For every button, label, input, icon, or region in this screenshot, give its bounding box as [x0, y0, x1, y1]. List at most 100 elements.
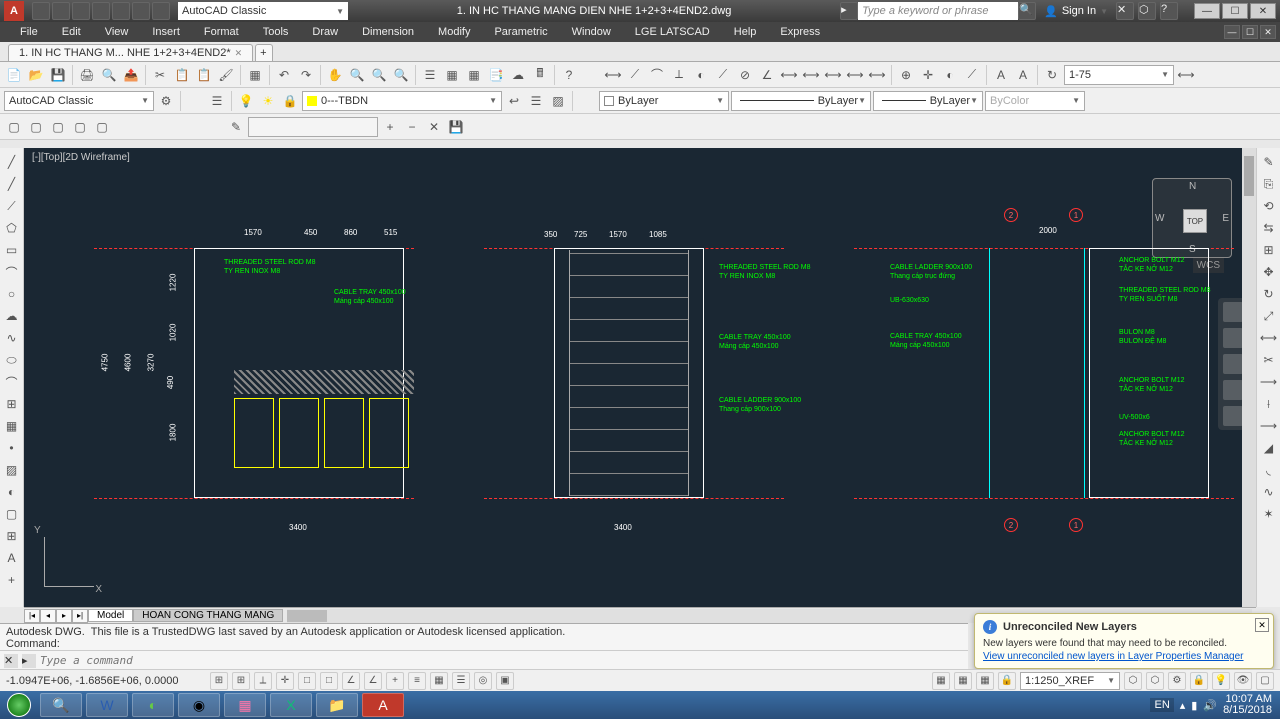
line-tool-icon[interactable]: ╱: [2, 152, 22, 172]
mdi-close-button[interactable]: ✕: [1260, 25, 1276, 39]
coordinates-display[interactable]: -1.0947E+06, -1.6856E+06, 0.0000: [6, 675, 206, 687]
ortho-toggle[interactable]: ⟂: [254, 672, 272, 690]
mdi-minimize-button[interactable]: —: [1224, 25, 1240, 39]
dim-angular-icon[interactable]: ∠: [757, 65, 777, 85]
dim-tedit-icon[interactable]: A: [1013, 65, 1033, 85]
dim-radius-icon[interactable]: ◐: [691, 65, 711, 85]
am-toggle[interactable]: ▣: [496, 672, 514, 690]
publish-icon[interactable]: 📤: [121, 65, 141, 85]
hatch-tool-icon[interactable]: ▨: [2, 460, 22, 480]
ellipse-tool-icon[interactable]: ⬭: [2, 350, 22, 370]
dim-ordinate-icon[interactable]: ⟂: [669, 65, 689, 85]
dim-edit-icon[interactable]: A: [991, 65, 1011, 85]
redo-icon[interactable]: [152, 2, 170, 20]
refedit-discard-icon[interactable]: ✕: [424, 117, 444, 137]
mtext-tool-icon[interactable]: A: [2, 548, 22, 568]
taskbar-word[interactable]: W: [86, 693, 128, 717]
lwt-toggle[interactable]: ≡: [408, 672, 426, 690]
offset-tool-icon[interactable]: ⇆: [1259, 218, 1279, 238]
dimstyle-icon[interactable]: ⟷: [1176, 65, 1196, 85]
trim-tool-icon[interactable]: ✂: [1259, 350, 1279, 370]
3dosnap-toggle[interactable]: □: [320, 672, 338, 690]
vp-object-icon[interactable]: ▢: [48, 117, 68, 137]
menu-lge-latscad[interactable]: LGE LATSCAD: [623, 22, 722, 42]
copy-tool-icon[interactable]: ⎘: [1259, 174, 1279, 194]
model-tab[interactable]: Model: [88, 609, 133, 622]
search-icon[interactable]: ▸: [840, 2, 858, 20]
dyn-toggle[interactable]: +: [386, 672, 404, 690]
layer-iso-icon[interactable]: ▨: [548, 91, 568, 111]
dim-linear-icon[interactable]: ⟷: [603, 65, 623, 85]
menu-tools[interactable]: Tools: [251, 22, 301, 42]
system-clock[interactable]: 10:07 AM 8/15/2018: [1223, 694, 1272, 716]
help-search-input[interactable]: Type a keyword or phrase: [858, 2, 1018, 20]
close-button[interactable]: ✕: [1250, 3, 1276, 19]
otrack-toggle[interactable]: ∠: [342, 672, 360, 690]
osnap-toggle[interactable]: □: [298, 672, 316, 690]
tray-chevron-icon[interactable]: ▴: [1180, 699, 1186, 712]
inspection-icon[interactable]: ◐: [940, 65, 960, 85]
language-indicator[interactable]: EN: [1150, 698, 1173, 712]
copy-icon[interactable]: 📋: [172, 65, 192, 85]
move-tool-icon[interactable]: ✥: [1259, 262, 1279, 282]
command-window[interactable]: Autodesk DWG. This file is a TrustedDWG …: [0, 623, 968, 669]
dim-diameter-icon[interactable]: ⊘: [735, 65, 755, 85]
layout-prev-icon[interactable]: ◂: [40, 609, 56, 623]
qp-toggle[interactable]: ☰: [452, 672, 470, 690]
annoscale-icon[interactable]: 🔒: [998, 672, 1016, 690]
dim-baseline-icon[interactable]: ⟷: [801, 65, 821, 85]
dim-jogged-icon[interactable]: ⟋: [713, 65, 733, 85]
workspace-settings-icon[interactable]: ⚙: [156, 91, 176, 111]
plotstyle-selector[interactable]: ByColor ▼: [985, 91, 1085, 111]
annotation-scale-selector[interactable]: 1:1250_XREF ▼: [1020, 672, 1120, 690]
properties-icon[interactable]: ☰: [420, 65, 440, 85]
cut-icon[interactable]: ✂: [150, 65, 170, 85]
gradient-tool-icon[interactable]: ◐: [2, 482, 22, 502]
redo-icon[interactable]: ↷: [296, 65, 316, 85]
hardware-accel-icon[interactable]: 💡: [1212, 672, 1230, 690]
dim-space-icon[interactable]: ⟷: [845, 65, 865, 85]
autodesk360-icon[interactable]: ⬡: [1138, 2, 1156, 20]
layout-first-icon[interactable]: |◂: [24, 609, 40, 623]
sheetset-icon[interactable]: 📑: [486, 65, 506, 85]
dim-update-icon[interactable]: ↻: [1042, 65, 1062, 85]
toolbar-lock-icon[interactable]: 🔒: [1190, 672, 1208, 690]
ducs-toggle[interactable]: ∠: [364, 672, 382, 690]
erase-tool-icon[interactable]: ✎: [1259, 152, 1279, 172]
save-icon[interactable]: [72, 2, 90, 20]
dim-break-icon[interactable]: ⟷: [867, 65, 887, 85]
workspace-selector[interactable]: AutoCAD Classic ▼: [178, 2, 348, 20]
lineweight-selector[interactable]: ByLayer ▼: [873, 91, 983, 111]
rotate-tool-icon[interactable]: ↻: [1259, 284, 1279, 304]
vp-single-icon[interactable]: ▢: [4, 117, 24, 137]
menu-modify[interactable]: Modify: [426, 22, 482, 42]
revcloud-tool-icon[interactable]: ☁: [2, 306, 22, 326]
model-paper-button[interactable]: ▦: [932, 672, 950, 690]
layer-selector[interactable]: 0---TBDN ▼: [302, 91, 502, 111]
viewport-label[interactable]: [-][Top][2D Wireframe]: [32, 152, 130, 163]
autoscale-icon[interactable]: ⬡: [1146, 672, 1164, 690]
menu-help[interactable]: Help: [722, 22, 769, 42]
minimize-button[interactable]: —: [1194, 3, 1220, 19]
circle-tool-icon[interactable]: ○: [2, 284, 22, 304]
joglinear-icon[interactable]: ⟋: [962, 65, 982, 85]
dim-quick-icon[interactable]: ⟷: [779, 65, 799, 85]
quickcalc-icon[interactable]: 🖩: [530, 65, 550, 85]
vp-scale-icon[interactable]: ▢: [92, 117, 112, 137]
dim-continue-icon[interactable]: ⟷: [823, 65, 843, 85]
dimstyle-selector[interactable]: 1-75 ▼: [1064, 65, 1174, 85]
block-tool-icon[interactable]: ▦: [2, 416, 22, 436]
layer-freeze-icon[interactable]: ☀: [258, 91, 278, 111]
snap-toggle[interactable]: ⊞: [210, 672, 228, 690]
taskbar-app2[interactable]: ▦: [224, 693, 266, 717]
annovisibility-icon[interactable]: ⬡: [1124, 672, 1142, 690]
isolate-objects-icon[interactable]: 👁: [1234, 672, 1252, 690]
plot-icon[interactable]: [112, 2, 130, 20]
color-selector[interactable]: ByLayer ▼: [599, 91, 729, 111]
sc-toggle[interactable]: ◎: [474, 672, 492, 690]
vp-poly-icon[interactable]: ▢: [26, 117, 46, 137]
arc-tool-icon[interactable]: ⌒: [2, 262, 22, 282]
save-icon[interactable]: 💾: [48, 65, 68, 85]
quickview-layouts-icon[interactable]: ▦: [954, 672, 972, 690]
join-tool-icon[interactable]: ⟶: [1259, 416, 1279, 436]
